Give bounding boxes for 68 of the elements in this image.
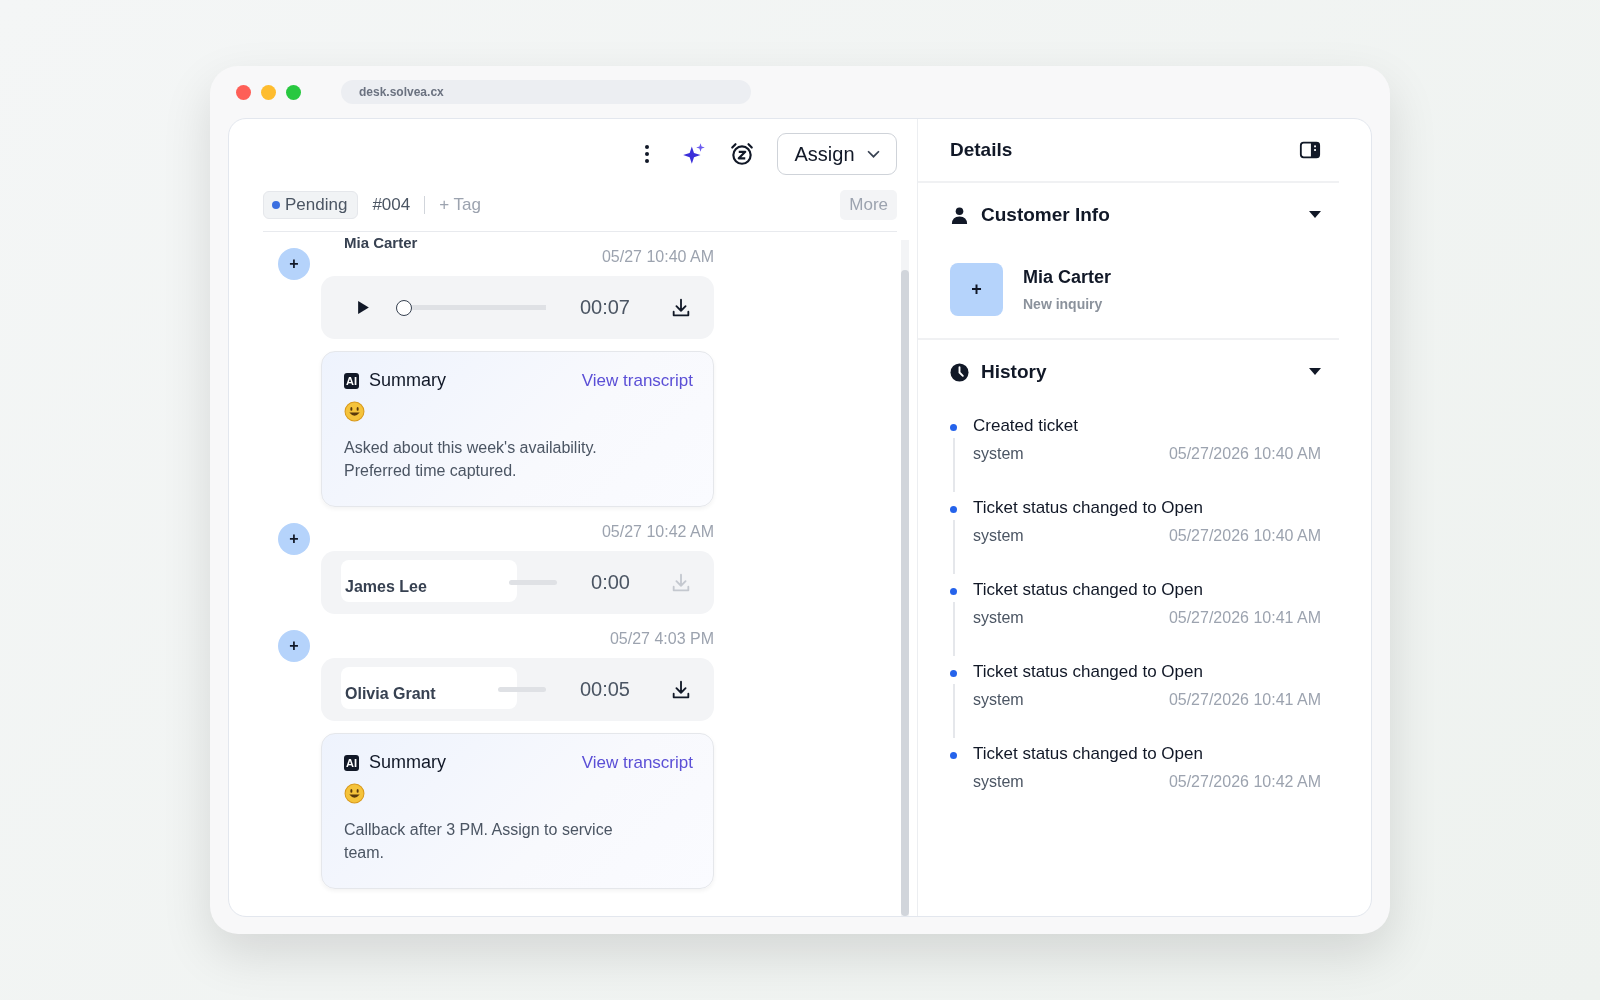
history-event: Ticket status changed to Open bbox=[973, 662, 1204, 682]
history-event: Ticket status changed to Open bbox=[973, 744, 1204, 764]
scrollbar[interactable] bbox=[901, 240, 909, 916]
ticket-number: #004 bbox=[372, 195, 411, 215]
chevron-down-icon bbox=[866, 149, 880, 159]
summary-title: Summary bbox=[369, 370, 446, 391]
summary-text: Asked about this week's availability. Preferred time captured. bbox=[344, 438, 598, 481]
snooze-alarm-icon[interactable] bbox=[729, 141, 755, 167]
timeline-dot-icon bbox=[950, 588, 957, 595]
details-title: Details bbox=[950, 139, 1013, 161]
history-time: 05/27/2026 10:40 AM bbox=[1168, 527, 1321, 545]
history-time: 05/27/2026 10:41 AM bbox=[1168, 691, 1321, 709]
message-time: 05/27 4:03 PM bbox=[609, 630, 714, 648]
history-header[interactable]: History bbox=[950, 358, 1321, 386]
sender-name: Mia Carter bbox=[344, 234, 418, 251]
download-icon[interactable] bbox=[670, 678, 692, 701]
play-icon[interactable] bbox=[357, 300, 370, 315]
history-time: 05/27/2026 10:41 AM bbox=[1168, 609, 1321, 627]
history-actor: system bbox=[973, 609, 1024, 627]
sender-name: Olivia Grant bbox=[341, 667, 517, 709]
avatar[interactable]: + bbox=[278, 630, 310, 662]
history-time: 05/27/2026 10:40 AM bbox=[1168, 445, 1321, 463]
duration: 00:07 bbox=[579, 296, 630, 319]
ai-badge: AI bbox=[344, 754, 359, 771]
history-actor: system bbox=[973, 445, 1024, 463]
message-time: 05/27 10:40 AM bbox=[601, 248, 714, 266]
timeline-dot-icon bbox=[950, 506, 957, 513]
timeline-dot-icon bbox=[950, 752, 957, 759]
view-transcript-link[interactable]: View transcript bbox=[581, 752, 693, 773]
duration: 0:00 bbox=[591, 571, 630, 594]
close-window-icon[interactable] bbox=[236, 84, 251, 100]
status-dot-icon bbox=[272, 201, 280, 209]
timeline-dot-icon bbox=[950, 424, 957, 431]
history-actor: system bbox=[973, 773, 1024, 791]
address-bar[interactable]: desk.solvea.cx bbox=[341, 80, 751, 104]
history-event: Ticket status changed to Open bbox=[973, 580, 1204, 600]
download-icon[interactable] bbox=[670, 296, 692, 319]
history-actor: system bbox=[973, 527, 1024, 545]
timeline-dot-icon bbox=[950, 670, 957, 677]
smiley-icon bbox=[344, 783, 365, 804]
progress-track[interactable] bbox=[497, 687, 546, 692]
panel-toggle-icon[interactable] bbox=[1299, 139, 1321, 161]
sender-name: James Lee bbox=[341, 560, 517, 602]
history-time: 05/27/2026 10:42 AM bbox=[1168, 773, 1321, 791]
duration: 00:05 bbox=[579, 678, 630, 701]
clock-icon bbox=[950, 362, 969, 382]
progress-track[interactable] bbox=[509, 580, 558, 585]
summary-title: Summary bbox=[369, 752, 446, 773]
progress-thumb[interactable] bbox=[396, 299, 412, 316]
assign-dropdown[interactable]: Assign bbox=[777, 133, 897, 175]
avatar[interactable]: + bbox=[278, 523, 310, 555]
avatar[interactable]: + bbox=[278, 248, 310, 280]
person-icon bbox=[950, 205, 969, 225]
customer-info-header[interactable]: Customer Info bbox=[950, 201, 1321, 229]
customer-note: New inquiry bbox=[1023, 296, 1104, 312]
summary-text: Callback after 3 PM. Assign to service team. bbox=[344, 820, 614, 863]
view-transcript-link[interactable]: View transcript bbox=[581, 370, 693, 391]
smiley-icon bbox=[344, 401, 365, 422]
history-event: Created ticket bbox=[973, 416, 1079, 436]
history-actor: system bbox=[973, 691, 1024, 709]
customer-name: Mia Carter bbox=[1023, 267, 1112, 288]
caret-icon[interactable] bbox=[1309, 211, 1321, 219]
status-chip[interactable]: Pending bbox=[263, 191, 359, 219]
customer-avatar: + bbox=[950, 263, 1003, 316]
history-event: Ticket status changed to Open bbox=[973, 498, 1204, 518]
caret-icon[interactable] bbox=[1309, 368, 1321, 376]
ai-badge: AI bbox=[344, 372, 359, 389]
message-time: 05/27 10:42 AM bbox=[601, 523, 714, 541]
